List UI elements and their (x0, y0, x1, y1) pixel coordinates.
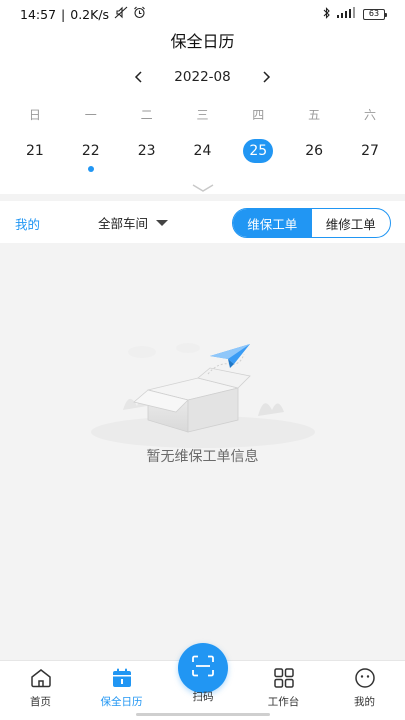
calendar-day-selected[interactable]: 25 (230, 138, 286, 164)
day-number: 25 (243, 139, 274, 163)
workshop-label: 全部车间 (98, 216, 149, 231)
expand-calendar-chevron-icon[interactable] (191, 178, 215, 192)
tab-label: 工作台 (267, 696, 300, 708)
empty-state: 暂无维保工单信息 (0, 244, 405, 660)
weekday-label: 六 (363, 108, 376, 122)
mute-icon (114, 6, 128, 22)
repair-order-tab[interactable]: 维修工单 (312, 209, 391, 237)
status-time: 14:57 (20, 6, 57, 22)
empty-box-illustration-icon (91, 343, 315, 448)
maintenance-order-tab[interactable]: 维保工单 (233, 209, 312, 237)
status-divider: | (61, 6, 66, 22)
calendar-day[interactable]: 24 (175, 138, 231, 164)
weekday-label: 二 (140, 108, 153, 122)
day-number: 21 (26, 143, 44, 159)
alarm-icon (133, 6, 146, 22)
day-number: 24 (193, 143, 212, 159)
battery-icon: 63 (363, 8, 387, 20)
next-month-button[interactable] (257, 68, 275, 86)
day-number: 23 (137, 143, 156, 159)
month-label: 2022-08 (174, 69, 231, 85)
page-title: 保全日历 (0, 28, 405, 56)
weekday-header: 日 一 二 三 四 五 六 (7, 106, 398, 123)
bluetooth-icon (323, 6, 331, 22)
event-dot-icon (87, 166, 94, 172)
calendar-day[interactable]: 26 (286, 138, 342, 164)
tab-label: 我的 (354, 696, 375, 708)
calendar-panel: 2022-08 日 一 二 三 四 五 六 21 22 23 24 25 26 … (0, 56, 405, 194)
day-number: 27 (361, 143, 379, 159)
weekday-label: 三 (196, 108, 209, 122)
status-bar: 14:57 | 0.2K/s 63 (0, 0, 405, 28)
day-number: 26 (305, 143, 324, 159)
tab-workbench[interactable]: 工作台 (243, 661, 324, 720)
smile-icon (354, 668, 376, 691)
signal-icon (337, 7, 357, 21)
weekday-label: 日 (28, 108, 41, 122)
calendar-day[interactable]: 27 (342, 138, 398, 164)
grid-icon (273, 668, 295, 691)
scan-button[interactable] (178, 643, 228, 693)
status-speed: 0.2K/s (70, 6, 110, 22)
tab-label: 首页 (30, 696, 51, 708)
home-indicator (136, 713, 270, 716)
weekday-label: 四 (252, 108, 265, 122)
calendar-day[interactable]: 22 (63, 138, 119, 172)
workshop-dropdown[interactable]: 全部车间 (98, 213, 169, 232)
calendar-day[interactable]: 21 (7, 138, 63, 164)
month-navigator: 2022-08 (0, 66, 405, 88)
calendar-icon (111, 668, 133, 691)
tab-label: 保全日历 (100, 696, 143, 708)
scan-label: 扫码 (192, 691, 214, 703)
tab-calendar[interactable]: 保全日历 (81, 661, 162, 720)
prev-month-button[interactable] (130, 68, 148, 86)
filter-bar: 我的 全部车间 维保工单 维修工单 (0, 201, 405, 243)
empty-state-message: 暂无维保工单信息 (146, 449, 259, 465)
order-type-segmented-control: 维保工单 维修工单 (232, 208, 391, 238)
calendar-day[interactable]: 23 (119, 138, 175, 164)
weekday-label: 五 (308, 108, 321, 122)
day-number: 22 (81, 143, 100, 159)
mine-filter-link[interactable]: 我的 (15, 214, 40, 233)
weekday-label: 一 (84, 108, 97, 122)
caret-down-icon (156, 219, 169, 226)
home-icon (30, 668, 52, 691)
scan-icon (191, 655, 215, 681)
tab-mine[interactable]: 我的 (324, 661, 405, 720)
week-days-row: 21 22 23 24 25 26 27 (7, 138, 398, 172)
tab-home[interactable]: 首页 (0, 661, 81, 720)
